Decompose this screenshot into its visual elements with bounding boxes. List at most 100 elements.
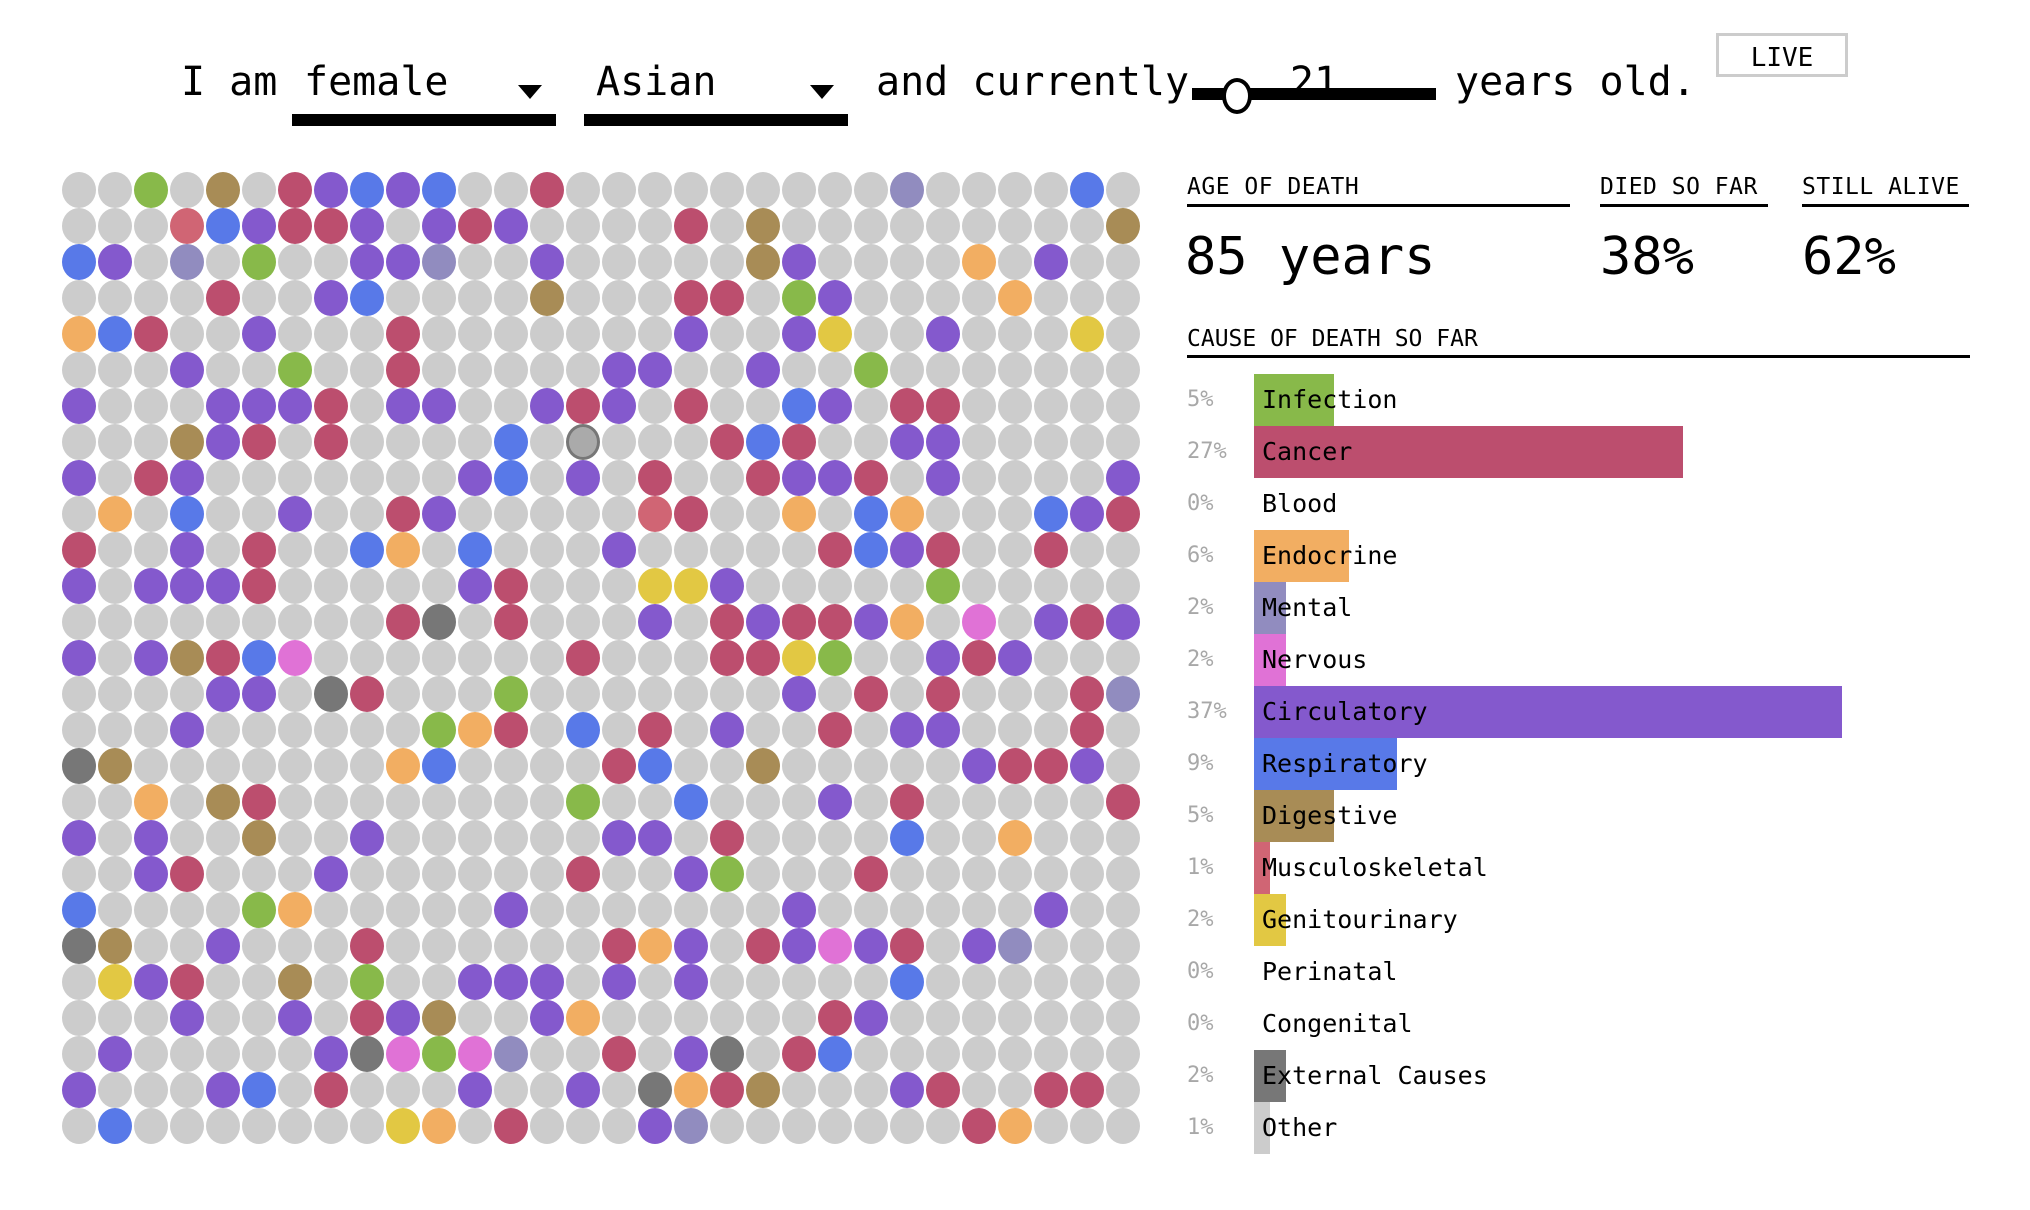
person-dot-alive: [134, 1108, 168, 1144]
person-dot-deceased: [998, 1108, 1032, 1144]
person-dot-alive: [782, 784, 816, 820]
person-dot-alive: [638, 388, 672, 424]
person-dot-alive: [350, 892, 384, 928]
cause-row-circulatory[interactable]: 37% Circulatory: [1187, 686, 2007, 738]
person-dot-deceased: [134, 172, 168, 208]
person-dot-deceased: [458, 460, 492, 496]
age-slider[interactable]: [1192, 78, 1436, 124]
person-dot-deceased: [206, 784, 240, 820]
person-dot-alive: [962, 388, 996, 424]
person-dot-alive: [746, 1000, 780, 1036]
sex-select-value: female: [304, 59, 449, 105]
person-dot-deceased: [890, 532, 924, 568]
person-dot-alive: [746, 712, 780, 748]
person-dot-deceased: [1070, 712, 1104, 748]
person-dot-deceased: [494, 676, 528, 712]
person-dot-alive: [98, 640, 132, 676]
person-dot-deceased: [494, 1108, 528, 1144]
person-dot-alive: [494, 244, 528, 280]
person-dot-alive: [674, 424, 708, 460]
person-dot-deceased: [278, 640, 312, 676]
cause-row-nervous[interactable]: 2% Nervous: [1187, 634, 2007, 686]
cause-row-external-causes[interactable]: 2% External Causes: [1187, 1050, 2007, 1102]
cause-row-musculoskeletal[interactable]: 1% Musculoskeletal: [1187, 842, 2007, 894]
chevron-down-icon: [518, 85, 542, 99]
person-dot-alive: [314, 532, 348, 568]
cause-row-blood[interactable]: 0% Blood: [1187, 478, 2007, 530]
person-dot-alive: [1070, 856, 1104, 892]
person-dot-deceased: [926, 1072, 960, 1108]
person-dot-deceased: [62, 928, 96, 964]
person-dot-alive: [278, 460, 312, 496]
person-dot-alive: [638, 1000, 672, 1036]
person-dot-alive: [1070, 1108, 1104, 1144]
person-dot-alive: [422, 280, 456, 316]
person-dot-deceased: [170, 424, 204, 460]
person-dot-alive: [890, 856, 924, 892]
person-dot-alive: [314, 1108, 348, 1144]
person-dot-alive: [1034, 856, 1068, 892]
person-dot-deceased: [962, 640, 996, 676]
person-dot-deceased: [998, 748, 1032, 784]
sex-select[interactable]: female: [292, 54, 556, 126]
died-so-far-value: 38%: [1600, 227, 1694, 287]
cause-row-perinatal[interactable]: 0% Perinatal: [1187, 946, 2007, 998]
person-dot-alive: [638, 172, 672, 208]
person-dot-deceased: [638, 928, 672, 964]
cause-row-genitourinary[interactable]: 2% Genitourinary: [1187, 894, 2007, 946]
person-dot-alive: [1106, 388, 1140, 424]
person-dot-deceased: [134, 640, 168, 676]
person-dot-alive: [782, 1072, 816, 1108]
person-dot-alive: [98, 784, 132, 820]
person-dot-alive: [710, 1108, 744, 1144]
person-dot-deceased: [386, 748, 420, 784]
person-dot-alive: [530, 424, 564, 460]
person-dot-alive: [854, 568, 888, 604]
person-dot-deceased: [1070, 496, 1104, 532]
live-button[interactable]: LIVE: [1716, 33, 1848, 77]
person-dot-alive: [242, 1108, 276, 1144]
person-dot-alive: [1070, 460, 1104, 496]
person-dot-deceased: [494, 460, 528, 496]
person-dot-deceased: [98, 1036, 132, 1072]
person-dot-deceased: [62, 640, 96, 676]
person-dot-alive: [962, 1036, 996, 1072]
cause-row-digestive[interactable]: 5% Digestive: [1187, 790, 2007, 842]
person-dot-alive: [818, 568, 852, 604]
person-dot-deceased: [854, 1000, 888, 1036]
person-dot-deceased: [746, 748, 780, 784]
person-dot-alive: [998, 424, 1032, 460]
person-dot-alive: [62, 604, 96, 640]
cause-name: Perinatal: [1262, 957, 1398, 986]
person-dot-deceased: [638, 748, 672, 784]
person-dot-alive: [206, 1000, 240, 1036]
cause-name: Congenital: [1262, 1009, 1413, 1038]
race-select[interactable]: Asian: [584, 54, 848, 126]
cause-row-other[interactable]: 1% Other: [1187, 1102, 2007, 1154]
person-dot-deceased: [494, 604, 528, 640]
person-dot-deceased: [422, 172, 456, 208]
person-dot-deceased: [710, 1036, 744, 1072]
person-dot-deceased: [422, 208, 456, 244]
person-dot-deceased: [386, 352, 420, 388]
person-dot-alive: [170, 604, 204, 640]
person-dot-alive: [1070, 208, 1104, 244]
person-dot-alive: [530, 640, 564, 676]
cause-row-infection[interactable]: 5% Infection: [1187, 374, 2007, 426]
cause-row-congenital[interactable]: 0% Congenital: [1187, 998, 2007, 1050]
age-slider-thumb[interactable]: [1221, 78, 1252, 114]
person-dot-alive: [854, 424, 888, 460]
person-dot-deceased: [602, 820, 636, 856]
person-dot-alive: [458, 280, 492, 316]
person-dot-alive: [134, 1000, 168, 1036]
cause-row-endocrine[interactable]: 6% Endocrine: [1187, 530, 2007, 582]
person-dot-alive: [890, 1108, 924, 1144]
person-dot-deceased: [350, 244, 384, 280]
person-dot-deceased: [530, 388, 564, 424]
cause-row-mental[interactable]: 2% Mental: [1187, 582, 2007, 634]
person-dot-alive: [386, 712, 420, 748]
person-dot-alive: [710, 1000, 744, 1036]
cause-row-respiratory[interactable]: 9% Respiratory: [1187, 738, 2007, 790]
cause-row-cancer[interactable]: 27% Cancer: [1187, 426, 2007, 478]
person-dot-alive: [314, 352, 348, 388]
